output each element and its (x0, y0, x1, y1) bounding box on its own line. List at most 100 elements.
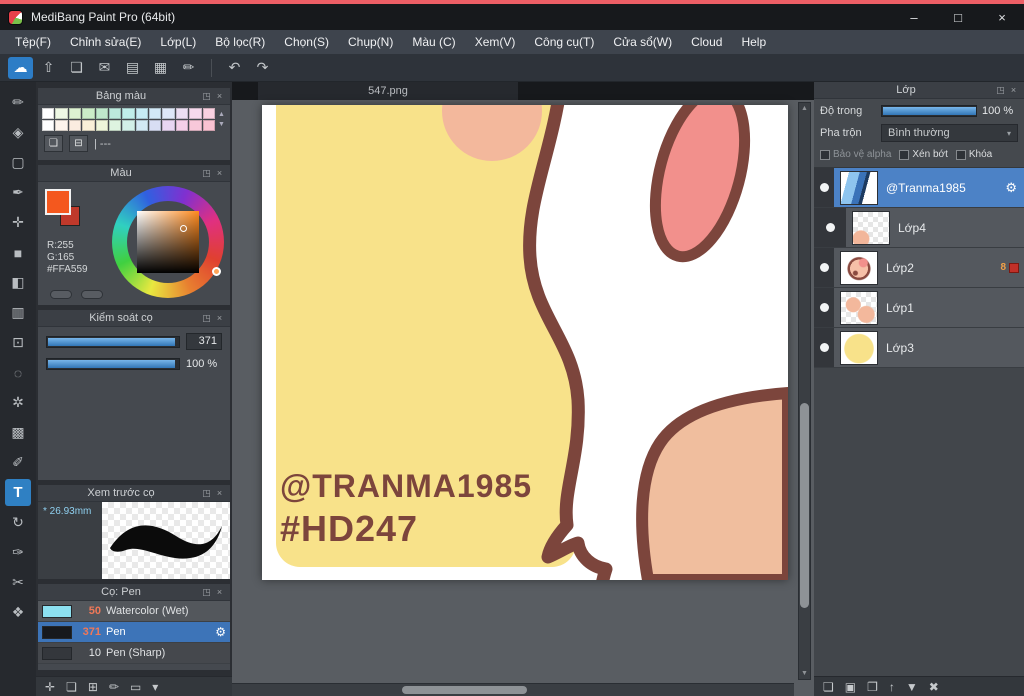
palette-swatch[interactable] (42, 120, 55, 131)
divide-tool[interactable]: ✂ (5, 569, 31, 596)
menu-item-window[interactable]: Cửa sổ(W) (604, 32, 681, 52)
document-tab[interactable]: 547.png (258, 82, 518, 100)
palette-swatch[interactable] (175, 120, 189, 131)
brush-settings-gear-icon[interactable]: ⚙ (215, 625, 226, 639)
sv-picker-dot[interactable] (180, 225, 187, 232)
canvas-viewport[interactable]: @TRANMA1985 #HD247 ▲ ▼ (232, 100, 814, 696)
panel-float-icon[interactable]: ◳ (200, 91, 213, 102)
panel-close-icon[interactable]: × (1007, 85, 1020, 95)
layer-row[interactable]: Lớp3 (814, 328, 1024, 368)
layer-visibility-toggle[interactable] (814, 208, 846, 247)
panel-float-icon[interactable]: ◳ (994, 85, 1007, 96)
layer-row[interactable]: Lớp4 (814, 208, 1024, 248)
palette-swatch[interactable] (122, 108, 135, 119)
drawing-canvas[interactable]: @TRANMA1985 #HD247 (262, 105, 788, 580)
palette-swatch[interactable] (122, 120, 135, 131)
layer-row[interactable]: Lớp2 8 (814, 248, 1024, 288)
hand-tool[interactable]: ❖ (5, 599, 31, 626)
layer-settings-gear-icon[interactable]: ⚙ (1005, 180, 1017, 196)
menu-item-select[interactable]: Chọn(S) (275, 32, 338, 52)
fill-rect-tool[interactable]: ■ (5, 239, 31, 266)
foreground-color-swatch[interactable] (45, 189, 71, 215)
palette-swatch[interactable] (202, 108, 215, 119)
layer-visibility-toggle[interactable] (814, 168, 834, 207)
scroll-up-icon[interactable]: ▲ (799, 103, 810, 114)
menu-item-view[interactable]: Xem(V) (466, 32, 525, 52)
panel-close-icon[interactable]: × (213, 488, 226, 498)
color-option-button[interactable] (50, 290, 72, 299)
palette-swatch[interactable] (55, 108, 68, 119)
menu-item-color[interactable]: Màu (C) (403, 32, 464, 52)
layer-thumbnail[interactable] (840, 250, 878, 285)
palette-swatch[interactable] (135, 120, 149, 131)
palette-swatch[interactable] (42, 108, 55, 119)
minimize-button[interactable]: – (892, 4, 936, 30)
text-tool[interactable]: T (5, 479, 31, 506)
lasso-tool[interactable]: ◌ (5, 359, 31, 386)
layer-visibility-toggle[interactable] (814, 328, 834, 367)
brush-menu-button[interactable]: ▾ (152, 680, 158, 694)
move-layer-up-button[interactable]: ↑ (889, 680, 895, 694)
palette-swatch[interactable] (108, 120, 122, 131)
edit-doc-button[interactable]: ✏ (176, 57, 201, 79)
layer-thumbnail[interactable] (840, 170, 878, 205)
panel-float-icon[interactable]: ◳ (200, 488, 213, 499)
layer-thumbnail[interactable] (852, 210, 890, 245)
vertical-scrollbar[interactable]: ▲ ▼ (798, 102, 811, 680)
brush-grid-button[interactable]: ⊞ (88, 680, 98, 694)
undo-button[interactable]: ↶ (222, 57, 247, 79)
menu-item-cloud[interactable]: Cloud (682, 32, 731, 52)
merge-layer-button[interactable]: ▼ (906, 680, 918, 694)
move-tool[interactable]: ✛ (5, 209, 31, 236)
gradient-tool[interactable]: ▥ (5, 299, 31, 326)
palette-swatch[interactable] (149, 120, 162, 131)
select-tool[interactable]: ⊡ (5, 329, 31, 356)
horizontal-scrollbar[interactable] (232, 683, 794, 696)
palette-swatch[interactable] (149, 108, 162, 119)
redo-button[interactable]: ↷ (250, 57, 275, 79)
palette-scroll-down-icon[interactable]: ▼ (218, 121, 225, 128)
layer-opacity-slider[interactable] (881, 104, 977, 117)
palette-swatch[interactable] (68, 120, 82, 131)
magic-wand-tool[interactable]: ✲ (5, 389, 31, 416)
blend-mode-select[interactable]: Bình thường ▾ (881, 124, 1018, 142)
panel-float-icon[interactable]: ◳ (200, 168, 213, 179)
pages-button[interactable]: ▤ (120, 57, 145, 79)
rotate-tool[interactable]: ↻ (5, 509, 31, 536)
hue-picker-dot[interactable] (212, 267, 221, 276)
cloud-save-button[interactable]: ☁ (8, 56, 33, 79)
panel-close-icon[interactable]: × (213, 587, 226, 597)
layer-row[interactable]: Lớp1 (814, 288, 1024, 328)
palette-swatch[interactable] (108, 108, 122, 119)
menu-item-edit[interactable]: Chỉnh sửa(E) (61, 32, 150, 52)
brush-opacity-slider[interactable] (46, 357, 180, 370)
maximize-button[interactable]: □ (936, 4, 980, 30)
lock-checkbox[interactable]: Khóa (955, 149, 992, 160)
brush-tool[interactable]: ✏ (5, 89, 31, 116)
comment-button[interactable]: ❏ (64, 57, 89, 79)
layer-row-selected[interactable]: @Tranma1985 ⚙ (814, 168, 1024, 208)
pattern-tool[interactable]: ▩ (5, 419, 31, 446)
select-pen-tool[interactable]: ✐ (5, 449, 31, 476)
bucket-tool[interactable]: ◧ (5, 269, 31, 296)
palette-swatch[interactable] (95, 120, 108, 131)
palette-swatch[interactable] (175, 108, 189, 119)
scroll-down-icon[interactable]: ▼ (799, 668, 810, 679)
layer-thumbnail[interactable] (840, 290, 878, 325)
palette-swatch[interactable] (55, 120, 68, 131)
palette-swatch[interactable] (82, 120, 95, 131)
brush-folder-button[interactable]: ▭ (130, 680, 141, 694)
brush-size-value[interactable]: 371 (186, 333, 222, 350)
chat-button[interactable]: ✉ (92, 57, 117, 79)
palette-swatch[interactable] (189, 108, 202, 119)
palette-swatch[interactable] (95, 108, 108, 119)
clipping-checkbox[interactable]: Xén bớt (899, 149, 948, 160)
duplicate-layer-button[interactable]: ❐ (867, 680, 878, 694)
menu-item-file[interactable]: Tệp(F) (6, 32, 60, 52)
panel-float-icon[interactable]: ◳ (200, 313, 213, 324)
brush-list-item-selected[interactable]: 371 Pen ⚙ (38, 622, 230, 643)
add-swatch-button[interactable]: ❏ (44, 135, 63, 152)
layer-thumbnail[interactable] (840, 330, 878, 365)
layer-visibility-toggle[interactable] (814, 248, 834, 287)
palette-swatch[interactable] (162, 108, 175, 119)
